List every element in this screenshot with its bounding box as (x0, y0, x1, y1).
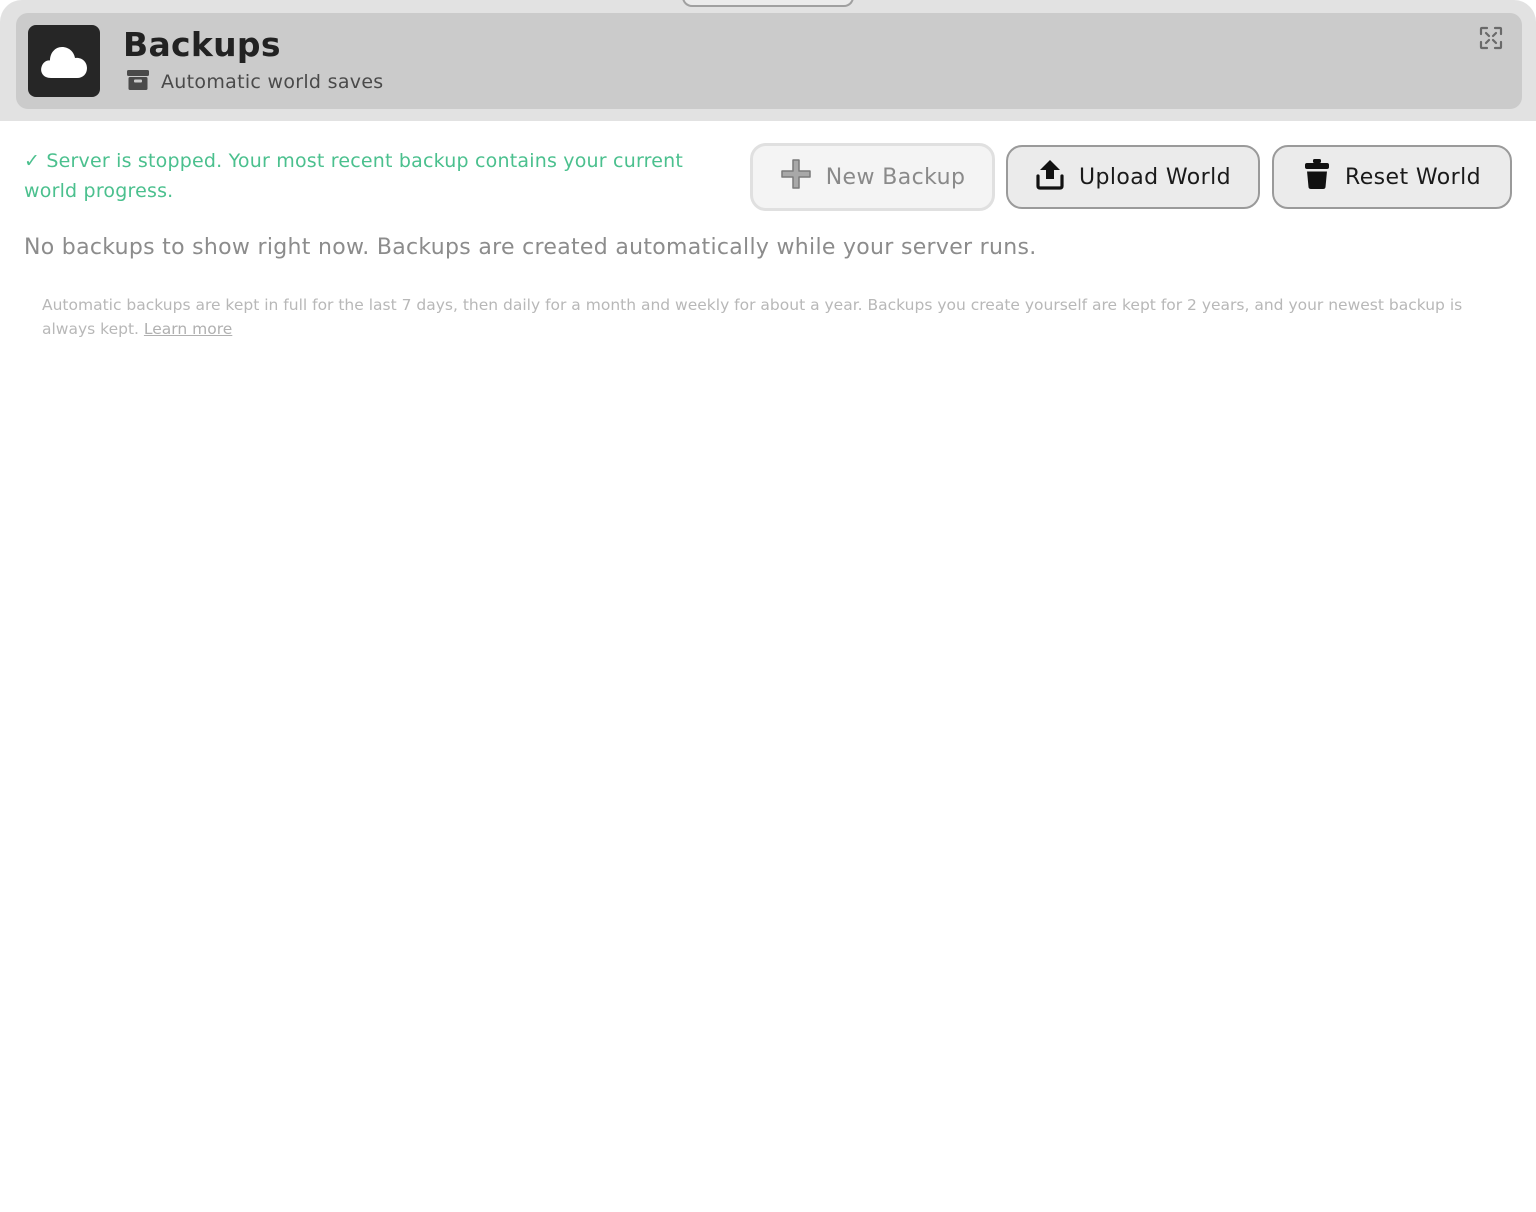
reset-world-button[interactable]: Reset World (1272, 145, 1512, 209)
page-title: Backups (123, 25, 281, 64)
upload-world-label: Upload World (1079, 164, 1231, 190)
new-backup-button[interactable]: New Backup (750, 143, 995, 211)
reset-world-label: Reset World (1345, 164, 1481, 190)
upload-icon (1035, 158, 1065, 196)
plus-icon (780, 158, 812, 196)
learn-more-link[interactable]: Learn more (144, 320, 232, 338)
upload-world-button[interactable]: Upload World (1006, 145, 1260, 209)
retention-policy-text: Automatic backups are kept in full for t… (42, 296, 1463, 338)
server-status-message: ✓ Server is stopped. Your most recent ba… (24, 150, 683, 202)
header-card: Backups Automatic world saves (16, 13, 1522, 109)
backups-window: Backups Automatic world saves ✓ Server i… (0, 0, 1536, 1212)
expand-icon[interactable] (1479, 26, 1503, 50)
drag-handle[interactable] (682, 0, 854, 7)
cloud-icon (28, 25, 100, 97)
retention-policy-note: Automatic backups are kept in full for t… (42, 293, 1502, 341)
empty-state-message: No backups to show right now. Backups ar… (24, 235, 1037, 260)
new-backup-label: New Backup (825, 164, 966, 190)
trash-bin-icon (1303, 158, 1331, 196)
header-subtitle-row: Automatic world saves (126, 69, 384, 95)
archive-box-icon (126, 69, 150, 95)
page-subtitle: Automatic world saves (161, 71, 384, 93)
